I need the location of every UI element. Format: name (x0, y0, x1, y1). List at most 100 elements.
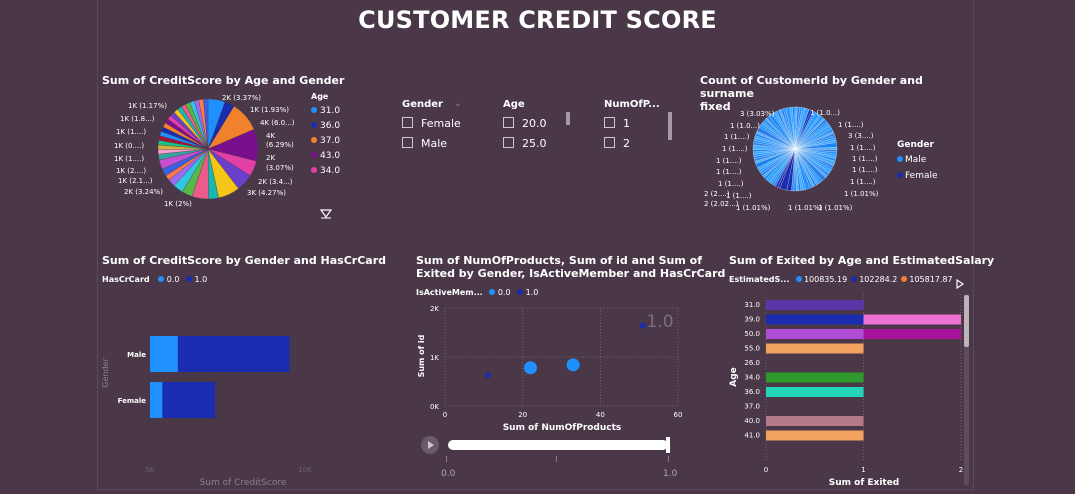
checkbox-icon[interactable] (604, 117, 615, 128)
bar2-bar[interactable] (766, 387, 864, 397)
pie2-data-label: 1 (1.01%) (818, 204, 853, 212)
bar2-bar[interactable] (863, 329, 962, 339)
legend-item[interactable]: 34.0 (311, 164, 340, 179)
legend-next-icon[interactable] (956, 274, 965, 293)
legend-label: 0.0 (497, 288, 511, 297)
legend-item[interactable]: 31.0 (311, 104, 340, 119)
products-slicer[interactable]: NumOfP... 1 2 (604, 99, 674, 154)
legend-item[interactable]: 43.0 (311, 149, 340, 164)
chevron-down-icon[interactable]: ⌄ (454, 99, 462, 109)
legend-dot (517, 289, 524, 295)
products-slicer-scrollbar[interactable] (668, 112, 672, 140)
bar1-bar[interactable] (150, 382, 163, 418)
pie1-chart[interactable]: 2K (3.37%) 1K (1.93%) 4K (6.0...) 4K(6.29%)… (100, 88, 340, 218)
bar2-category-label: 31.0 (744, 301, 760, 309)
scatter-xtick: 0 (443, 411, 447, 419)
bar2-category-label: 26.0 (744, 359, 760, 367)
bar1-legend: HasCrCard 0.0 1.0 (102, 275, 207, 284)
checkbox-icon[interactable] (402, 117, 413, 128)
play-axis-track[interactable] (448, 440, 668, 450)
bar1-bar[interactable] (177, 336, 290, 372)
legend-item[interactable]: Female (897, 168, 938, 184)
pie2-data-label: 3 (3.03%) (740, 110, 775, 118)
scatter-ticks: 0K 1K 2K 0 20 40 60 (430, 305, 683, 419)
scatter-point[interactable] (566, 358, 580, 372)
legend-item[interactable]: Male (897, 152, 938, 168)
bar2-xtick: 1 (861, 466, 865, 474)
play-tick (446, 456, 450, 462)
pie1-data-label: 2K (266, 154, 275, 162)
scatter-points (484, 322, 647, 379)
bar2-category-label: 37.0 (744, 403, 760, 411)
pie2-data-label: 2 (2....) (704, 190, 730, 198)
bar2-category-label: 41.0 (744, 432, 760, 440)
legend-item[interactable]: 37.0 (311, 134, 340, 149)
legend-dot (311, 137, 317, 143)
pie2-data-label: 1 (1....) (852, 166, 878, 174)
drill-down-icon[interactable] (319, 204, 333, 223)
scatter-title-line2: Exited by Gender, IsActiveMember and Has… (416, 267, 726, 280)
scatter-point[interactable] (523, 361, 537, 375)
legend-label: 31.0 (320, 106, 341, 116)
pie2-data-label: 1 (1.01%) (736, 204, 771, 212)
age-slicer[interactable]: Age 20.0 25.0 (503, 99, 573, 154)
bar2-bar[interactable] (766, 300, 864, 310)
legend-dot (186, 276, 192, 282)
play-axis-handle[interactable] (666, 437, 670, 453)
checkbox-icon[interactable] (604, 137, 615, 148)
scatter-ytick: 0K (430, 403, 439, 411)
scatter-point[interactable] (484, 372, 491, 379)
pie1-data-label: 1K (1.17%) (128, 102, 167, 110)
slicer-item[interactable]: 20.0 (503, 114, 573, 134)
bar2-legend: EstimatedS... 100835.19 102284.2 105817.87 (729, 275, 953, 284)
play-tick (668, 456, 669, 462)
bar1-chart[interactable]: MaleFemale Gender Sum of CreditScore 5K … (100, 295, 340, 490)
bar2-bars: 31.0 39.0 50.0 55.0 26.0 34.0 36.0 37.0 40.0 41.0 (744, 300, 961, 441)
bar2-title: Sum of Exited by Age and EstimatedSalary (729, 254, 995, 267)
bar2-category-label: 39.0 (744, 316, 760, 324)
legend-item[interactable]: 36.0 (311, 119, 340, 134)
page-title: CUSTOMER CREDIT SCORE (358, 6, 717, 34)
scatter-point[interactable] (640, 322, 647, 329)
play-button[interactable] (421, 436, 439, 454)
scatter-chart[interactable]: 0K 1K 2K 0 20 40 60 1.0 Sum of id Sum of NumOf… (410, 298, 700, 438)
checkbox-icon[interactable] (503, 117, 514, 128)
bar2-bar[interactable] (766, 372, 864, 383)
slicer-item[interactable]: 2 (604, 134, 674, 154)
legend-dot (311, 152, 317, 158)
pie2-chart[interactable]: 3 (3.03%) 1 (1.0...) 1 (1....) 1 (1....) 1 (… (700, 102, 890, 218)
age-slicer-scrollbar[interactable] (566, 112, 570, 125)
bar1-title: Sum of CreditScore by Gender and HasCrCa… (102, 254, 387, 267)
slicer-item[interactable]: 25.0 (503, 134, 573, 154)
pie1-legend: 31.0 36.0 37.0 43.0 34.0 (311, 104, 340, 179)
bar2-bar[interactable] (863, 314, 962, 325)
pie1-data-label: 1K (1....) (114, 155, 144, 163)
bar1-bar[interactable] (162, 382, 216, 418)
slicer-item[interactable]: Female (402, 114, 470, 134)
pie2-data-label: 1 (1.01%) (844, 190, 879, 198)
products-slicer-header: NumOfP... (604, 99, 660, 110)
bar2-bar[interactable] (766, 416, 864, 426)
gender-slicer[interactable]: Gender ⌄ Female Male (402, 99, 470, 154)
slicer-item[interactable]: 1 (604, 114, 674, 134)
legend-label: 105817.87 (909, 275, 953, 284)
pie2-data-label: 1 (1....) (838, 121, 864, 129)
legend-label: 100835.19 (803, 275, 848, 284)
bar2-bar[interactable] (766, 314, 864, 325)
checkbox-icon[interactable] (503, 137, 514, 148)
bar2-bar[interactable] (766, 430, 864, 441)
checkbox-icon[interactable] (402, 137, 413, 148)
scatter-ytick: 2K (430, 305, 439, 313)
bar1-category-label: Female (118, 397, 147, 405)
bar2-chart[interactable]: 0 1 2 31.0 39.0 50.0 55.0 26.0 34.0 36.0 37.0 40.0… (726, 292, 966, 492)
pie1-data-label: (6.29%) (266, 141, 294, 149)
slicer-item[interactable]: Male (402, 134, 470, 154)
pie2-data-label: 1 (1....) (716, 157, 742, 165)
bar2-bar[interactable] (766, 329, 864, 339)
pie2-data-label: 1 (1.0...) (810, 109, 840, 117)
pie1-data-label: 1K (1....) (116, 128, 146, 136)
legend-dot (311, 167, 317, 173)
bar2-scrollbar-thumb[interactable] (964, 295, 969, 347)
bar1-bar[interactable] (150, 336, 178, 372)
bar2-bar[interactable] (766, 343, 864, 354)
